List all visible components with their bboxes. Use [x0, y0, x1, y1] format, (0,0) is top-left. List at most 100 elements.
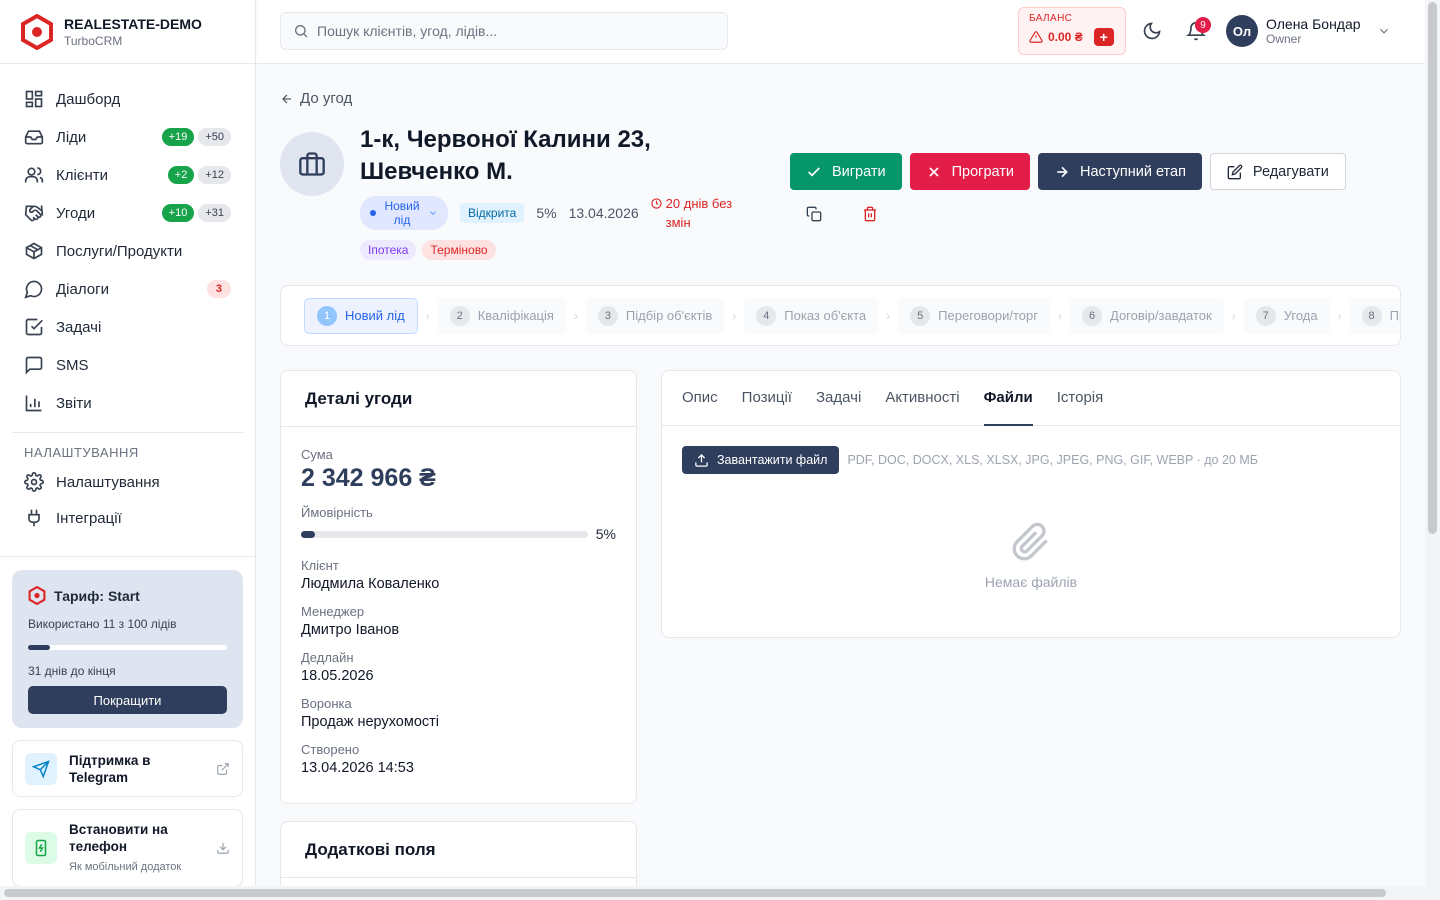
field-label: Сума: [301, 447, 333, 462]
stage-label: Угода: [1283, 308, 1318, 323]
tab-activities[interactable]: Активності: [885, 371, 959, 426]
panel-title: Деталі угоди: [281, 371, 636, 427]
clock-icon: [651, 198, 662, 209]
balance-value: 0.00 ₴: [1048, 30, 1083, 44]
sidebar-item-reports[interactable]: Звіти: [12, 384, 243, 422]
copy-icon[interactable]: [806, 206, 822, 222]
telegram-icon: [25, 752, 57, 785]
balance-label: БАЛАНС: [1029, 13, 1073, 24]
empty-state: Немає файлів: [662, 522, 1400, 590]
tab-files[interactable]: Файли: [983, 371, 1033, 426]
bell-icon[interactable]: 9: [1186, 17, 1211, 41]
win-button-label: Виграти: [832, 163, 886, 180]
horizontal-scrollbar-thumb[interactable]: [4, 889, 1386, 897]
check-icon: [808, 166, 820, 177]
sidebar-item-dashboard[interactable]: Дашборд: [12, 80, 243, 118]
chevron-right-icon: ›: [732, 308, 737, 323]
pipeline-stage[interactable]: 3 Підбір об'єктів: [585, 297, 725, 334]
back-to-deals-link[interactable]: До угод: [280, 90, 352, 107]
message-square-icon: [25, 356, 43, 375]
search-input[interactable]: Пошук клієнтів, угод, лідів...: [280, 12, 728, 50]
field-label: Менеджер: [301, 604, 365, 619]
main-nav: Дашборд Ліди +19 +50 Клієнти +2 +12 Угод…: [0, 64, 255, 422]
sidebar-item-products[interactable]: Послуги/Продукти: [12, 232, 243, 270]
sidebar-item-deals[interactable]: Угоди +10 +31: [12, 194, 243, 232]
sidebar-item-label: Звіти: [56, 394, 92, 412]
deadline-value: 18.05.2026: [301, 668, 374, 684]
probability-text: 5%: [536, 205, 557, 221]
stage-number: 5: [910, 305, 931, 326]
top-up-button[interactable]: +: [1093, 28, 1114, 46]
sidebar-item-sms[interactable]: SMS: [12, 346, 243, 384]
edit-button[interactable]: Редагувати: [1209, 153, 1346, 190]
tab-description[interactable]: Опис: [682, 371, 718, 426]
plug-icon: [28, 509, 40, 527]
tab-history[interactable]: Історія: [1057, 371, 1104, 426]
pipeline-stage[interactable]: 8 Прогр: [1349, 297, 1400, 334]
edit-button-label: Редагувати: [1252, 163, 1329, 180]
stage-number: 4: [756, 305, 777, 326]
status-badge: Відкрита: [460, 203, 525, 223]
tab-bar: Опис Позиції Задачі Активності Файли Іст…: [662, 371, 1400, 426]
stage-label: Переговори/торг: [938, 308, 1038, 323]
vertical-scrollbar[interactable]: [1425, 0, 1440, 886]
tariff-title: Тариф: Start: [54, 587, 140, 604]
sidebar-item-settings[interactable]: Налаштування: [12, 464, 243, 500]
horizontal-scrollbar[interactable]: [0, 886, 1440, 900]
upload-file-button[interactable]: Завантажити файл: [682, 446, 840, 474]
total-count-badge: +12: [198, 166, 231, 184]
pipeline-stage[interactable]: 7 Угода: [1243, 297, 1330, 334]
new-count-badge: +10: [161, 204, 195, 222]
sidebar-item-tasks[interactable]: Задачі: [12, 308, 243, 346]
user-menu[interactable]: Ол Олена Бондар Owner: [1226, 15, 1391, 47]
install-app-card[interactable]: Встановити на телефон Як мобільний додат…: [12, 809, 243, 886]
trash-icon[interactable]: [862, 206, 878, 222]
upload-file-label: Завантажити файл: [717, 453, 828, 467]
support-title: Підтримка в Telegram: [69, 752, 151, 785]
pipeline-stage[interactable]: 4 Показ об'єкта: [744, 297, 879, 334]
vertical-scrollbar-thumb[interactable]: [1428, 2, 1437, 534]
next-stage-button-label: Наступний етап: [1080, 163, 1186, 180]
tag-list: Іпотека Терміново: [360, 240, 496, 260]
tab-positions[interactable]: Позиції: [742, 371, 792, 426]
chevron-right-icon: ›: [1058, 308, 1062, 323]
sidebar-item-integrations[interactable]: Інтеграції: [12, 500, 243, 536]
allowed-formats: PDF, DOC, DOCX, XLS, XLSX, JPG, JPEG, PN…: [847, 453, 1258, 467]
tag[interactable]: Іпотека: [360, 240, 417, 260]
logo[interactable]: REALESTATE-DEMO TurboCRM: [0, 0, 255, 64]
deal-meta: Новий лід Відкрита 5% 13.04.2026 20 днів…: [360, 194, 751, 232]
tab-tasks[interactable]: Задачі: [816, 371, 861, 426]
pipeline-stage[interactable]: 5 Переговори/торг: [898, 297, 1050, 334]
arrow-right-icon: [1057, 166, 1068, 177]
pipeline-stage[interactable]: 1 Новий лід: [304, 297, 418, 334]
tariff-card: Тариф: Start Використано 11 з 100 лідів …: [12, 570, 243, 728]
win-button[interactable]: Виграти: [790, 153, 902, 190]
bar-chart-icon: [25, 395, 42, 412]
tag[interactable]: Терміново: [422, 240, 496, 260]
sidebar-item-dialogs[interactable]: Діалоги 3: [12, 270, 243, 308]
chevron-right-icon: ›: [573, 308, 578, 323]
pipeline-stage[interactable]: 2 Кваліфікація: [437, 297, 566, 334]
field-label: Створено: [301, 742, 360, 757]
lose-button[interactable]: Програти: [909, 153, 1031, 190]
stage-label: Кваліфікація: [477, 308, 554, 323]
empty-state-text: Немає файлів: [984, 574, 1078, 590]
moon-icon[interactable]: [1142, 21, 1162, 41]
tariff-progress-fill: [28, 645, 50, 650]
balance-widget[interactable]: БАЛАНС 0.00 ₴ +: [1018, 7, 1126, 55]
deal-details-panel: Деталі угоди Сума 2 342 966 ₴ Ймовірніст…: [280, 370, 637, 804]
stage-select[interactable]: Новий лід: [360, 196, 448, 230]
stage-number: 7: [1255, 305, 1276, 326]
user-role: Owner: [1266, 32, 1302, 46]
field-label: Ймовірність: [301, 505, 373, 520]
telegram-support-link[interactable]: Підтримка в Telegram: [12, 740, 243, 797]
pipeline-stage[interactable]: 6 Договір/завдаток: [1070, 297, 1224, 334]
pipeline-stages: 1 Новий лід › 2 Кваліфікація › 3 Підбір об'…: [280, 285, 1401, 346]
upgrade-button[interactable]: Покращити: [28, 686, 227, 714]
sidebar-item-clients[interactable]: Клієнти +2 +12: [12, 156, 243, 194]
sidebar-item-leads[interactable]: Ліди +19 +50: [12, 118, 243, 156]
sidebar-item-label: Діалоги: [56, 280, 109, 298]
client-value[interactable]: Людмила Коваленко: [301, 576, 616, 592]
next-stage-button[interactable]: Наступний етап: [1038, 153, 1202, 190]
probability-bar: [301, 530, 588, 538]
